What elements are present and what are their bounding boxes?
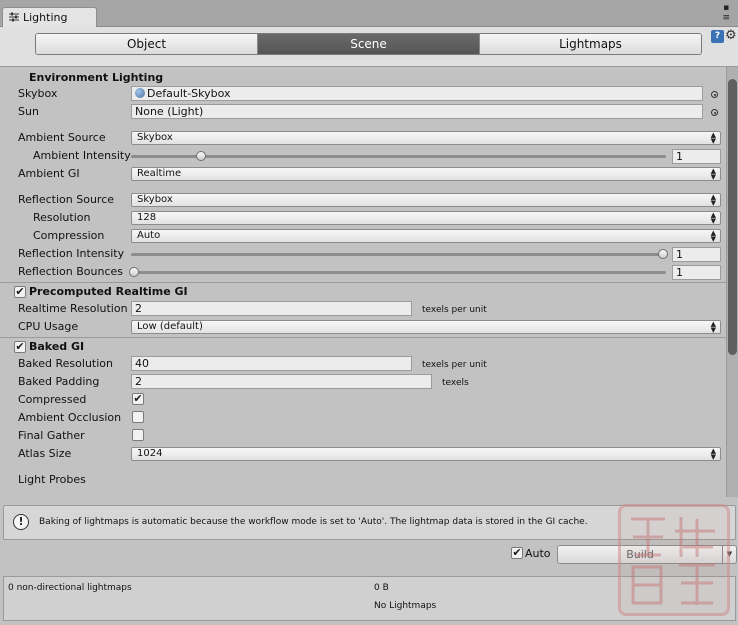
window-tab-title: Lighting [23, 11, 68, 24]
dropdown-arrows-icon: ▲ ▼ [710, 229, 716, 243]
dropdown-arrows-icon: ▲ ▼ [710, 447, 716, 461]
gear-icon[interactable]: ⚙ [725, 28, 737, 43]
compression-dropdown[interactable]: Auto ▲ ▼ [131, 229, 721, 243]
baked-gi-header: Baked GI [29, 340, 85, 353]
reflection-source-dropdown[interactable]: Skybox ▲ ▼ [131, 193, 721, 207]
help-icon[interactable]: ? [711, 30, 724, 43]
reflection-intensity-slider-knob[interactable] [658, 249, 668, 259]
ambient-gi-label: Ambient GI [18, 167, 80, 180]
ambient-source-dropdown[interactable]: Skybox ▲ ▼ [131, 131, 721, 145]
realtime-resolution-label: Realtime Resolution [18, 302, 128, 315]
tab-lightmaps[interactable]: Lightmaps [480, 34, 701, 54]
tab-scene[interactable]: Scene [258, 34, 480, 54]
sun-value: None (Light) [135, 105, 204, 118]
section-divider [0, 282, 726, 283]
ambient-source-value: Skybox [137, 132, 173, 143]
ambient-intensity-label: Ambient Intensity [33, 149, 131, 162]
lighting-settings-icon [9, 12, 19, 22]
precomputed-realtime-gi-header: Precomputed Realtime GI [29, 285, 188, 298]
skybox-field[interactable]: Default-Skybox [131, 86, 703, 101]
ambient-intensity-slider-knob[interactable] [196, 151, 206, 161]
atlas-size-dropdown[interactable]: 1024 ▲ ▼ [131, 447, 721, 461]
baked-resolution-label: Baked Resolution [18, 357, 113, 370]
skybox-value: Default-Skybox [147, 87, 231, 100]
auto-label: Auto [525, 547, 551, 560]
resolution-value: 128 [137, 212, 157, 223]
ambient-intensity-field[interactable]: 1 [672, 149, 721, 164]
mode-tabs: Object Scene Lightmaps [35, 33, 702, 55]
dropdown-arrows-icon: ▲ ▼ [710, 211, 716, 225]
realtime-resolution-unit: texels per unit [422, 305, 487, 315]
reflection-bounces-slider[interactable] [131, 271, 666, 274]
lighting-toolbar: Object Scene Lightmaps ? ⚙ [0, 27, 738, 67]
reflection-bounces-field[interactable]: 1 [672, 265, 721, 280]
final-gather-label: Final Gather [18, 429, 85, 442]
vertical-scrollbar[interactable] [726, 67, 738, 497]
atlas-size-value: 1024 [137, 448, 163, 459]
ambient-intensity-slider[interactable] [131, 155, 666, 158]
cpu-usage-value: Low (default) [137, 321, 203, 332]
maximize-icon[interactable]: ▪ [722, 3, 730, 13]
watermark-seal [618, 504, 730, 616]
atlas-size-label: Atlas Size [18, 447, 72, 460]
tab-object[interactable]: Object [36, 34, 258, 54]
sun-field[interactable]: None (Light) [131, 104, 703, 119]
info-icon: ! [13, 514, 29, 530]
resolution-label: Resolution [33, 211, 91, 224]
auto-checkbox[interactable]: ✔ [511, 547, 523, 559]
cpu-usage-dropdown[interactable]: Low (default) ▲ ▼ [131, 320, 721, 334]
ambient-occlusion-label: Ambient Occlusion [18, 411, 122, 424]
dropdown-arrows-icon: ▲ ▼ [710, 167, 716, 181]
baked-resolution-unit: texels per unit [422, 360, 487, 370]
ambient-occlusion-checkbox[interactable] [132, 411, 144, 423]
environment-lighting-header: Environment Lighting [29, 71, 164, 84]
reflection-intensity-field[interactable]: 1 [672, 247, 721, 262]
resolution-dropdown[interactable]: 128 ▲ ▼ [131, 211, 721, 225]
scene-settings-panel: Environment Lighting Skybox Default-Skyb… [0, 67, 726, 497]
cpu-usage-label: CPU Usage [18, 320, 79, 333]
dropdown-arrows-icon: ▲ ▼ [710, 131, 716, 145]
reflection-source-value: Skybox [137, 194, 173, 205]
baked-resolution-field[interactable]: 40 [131, 356, 412, 371]
dropdown-arrows-icon: ▲ ▼ [710, 320, 716, 334]
ambient-gi-value: Realtime [137, 168, 182, 179]
section-divider [0, 337, 726, 338]
final-gather-checkbox[interactable] [132, 429, 144, 441]
reflection-bounces-slider-knob[interactable] [129, 267, 139, 277]
reflection-intensity-slider[interactable] [131, 253, 666, 256]
precomputed-realtime-gi-checkbox[interactable]: ✔ [14, 286, 26, 298]
lighting-window-tab[interactable]: Lighting [2, 7, 97, 27]
light-probes-label: Light Probes [18, 473, 86, 486]
baked-padding-field[interactable]: 2 [131, 374, 432, 389]
reflection-intensity-label: Reflection Intensity [18, 247, 125, 260]
seal-glyphs-icon [631, 517, 715, 605]
context-menu-icon[interactable]: ≡ [722, 13, 730, 23]
sun-label: Sun [18, 105, 39, 118]
lightmaps-count: 0 non-directional lightmaps [8, 583, 132, 593]
compression-value: Auto [137, 230, 161, 241]
scrollbar-thumb[interactable] [728, 79, 737, 355]
baked-padding-unit: texels [442, 378, 469, 388]
baked-gi-checkbox[interactable]: ✔ [14, 341, 26, 353]
skybox-icon [135, 88, 145, 98]
window-tab-bar: Lighting ▪ ≡ [0, 0, 738, 27]
reflection-bounces-label: Reflection Bounces [18, 265, 123, 278]
lightmaps-size: 0 B [374, 583, 389, 593]
object-picker-icon[interactable] [711, 109, 718, 116]
ambient-source-label: Ambient Source [18, 131, 106, 144]
ambient-gi-dropdown[interactable]: Realtime ▲ ▼ [131, 167, 721, 181]
lightmaps-status: No Lightmaps [374, 601, 437, 611]
info-message: Baking of lightmaps is automatic because… [39, 517, 588, 527]
dropdown-arrows-icon: ▲ ▼ [710, 193, 716, 207]
compressed-label: Compressed [18, 393, 87, 406]
realtime-resolution-field[interactable]: 2 [131, 301, 412, 316]
compressed-checkbox[interactable]: ✔ [132, 393, 144, 405]
compression-label: Compression [33, 229, 105, 242]
window-menu-buttons[interactable]: ▪ ≡ [722, 3, 730, 23]
baked-padding-label: Baked Padding [18, 375, 100, 388]
skybox-label: Skybox [18, 87, 58, 100]
object-picker-icon[interactable] [711, 91, 718, 98]
reflection-source-label: Reflection Source [18, 193, 115, 206]
